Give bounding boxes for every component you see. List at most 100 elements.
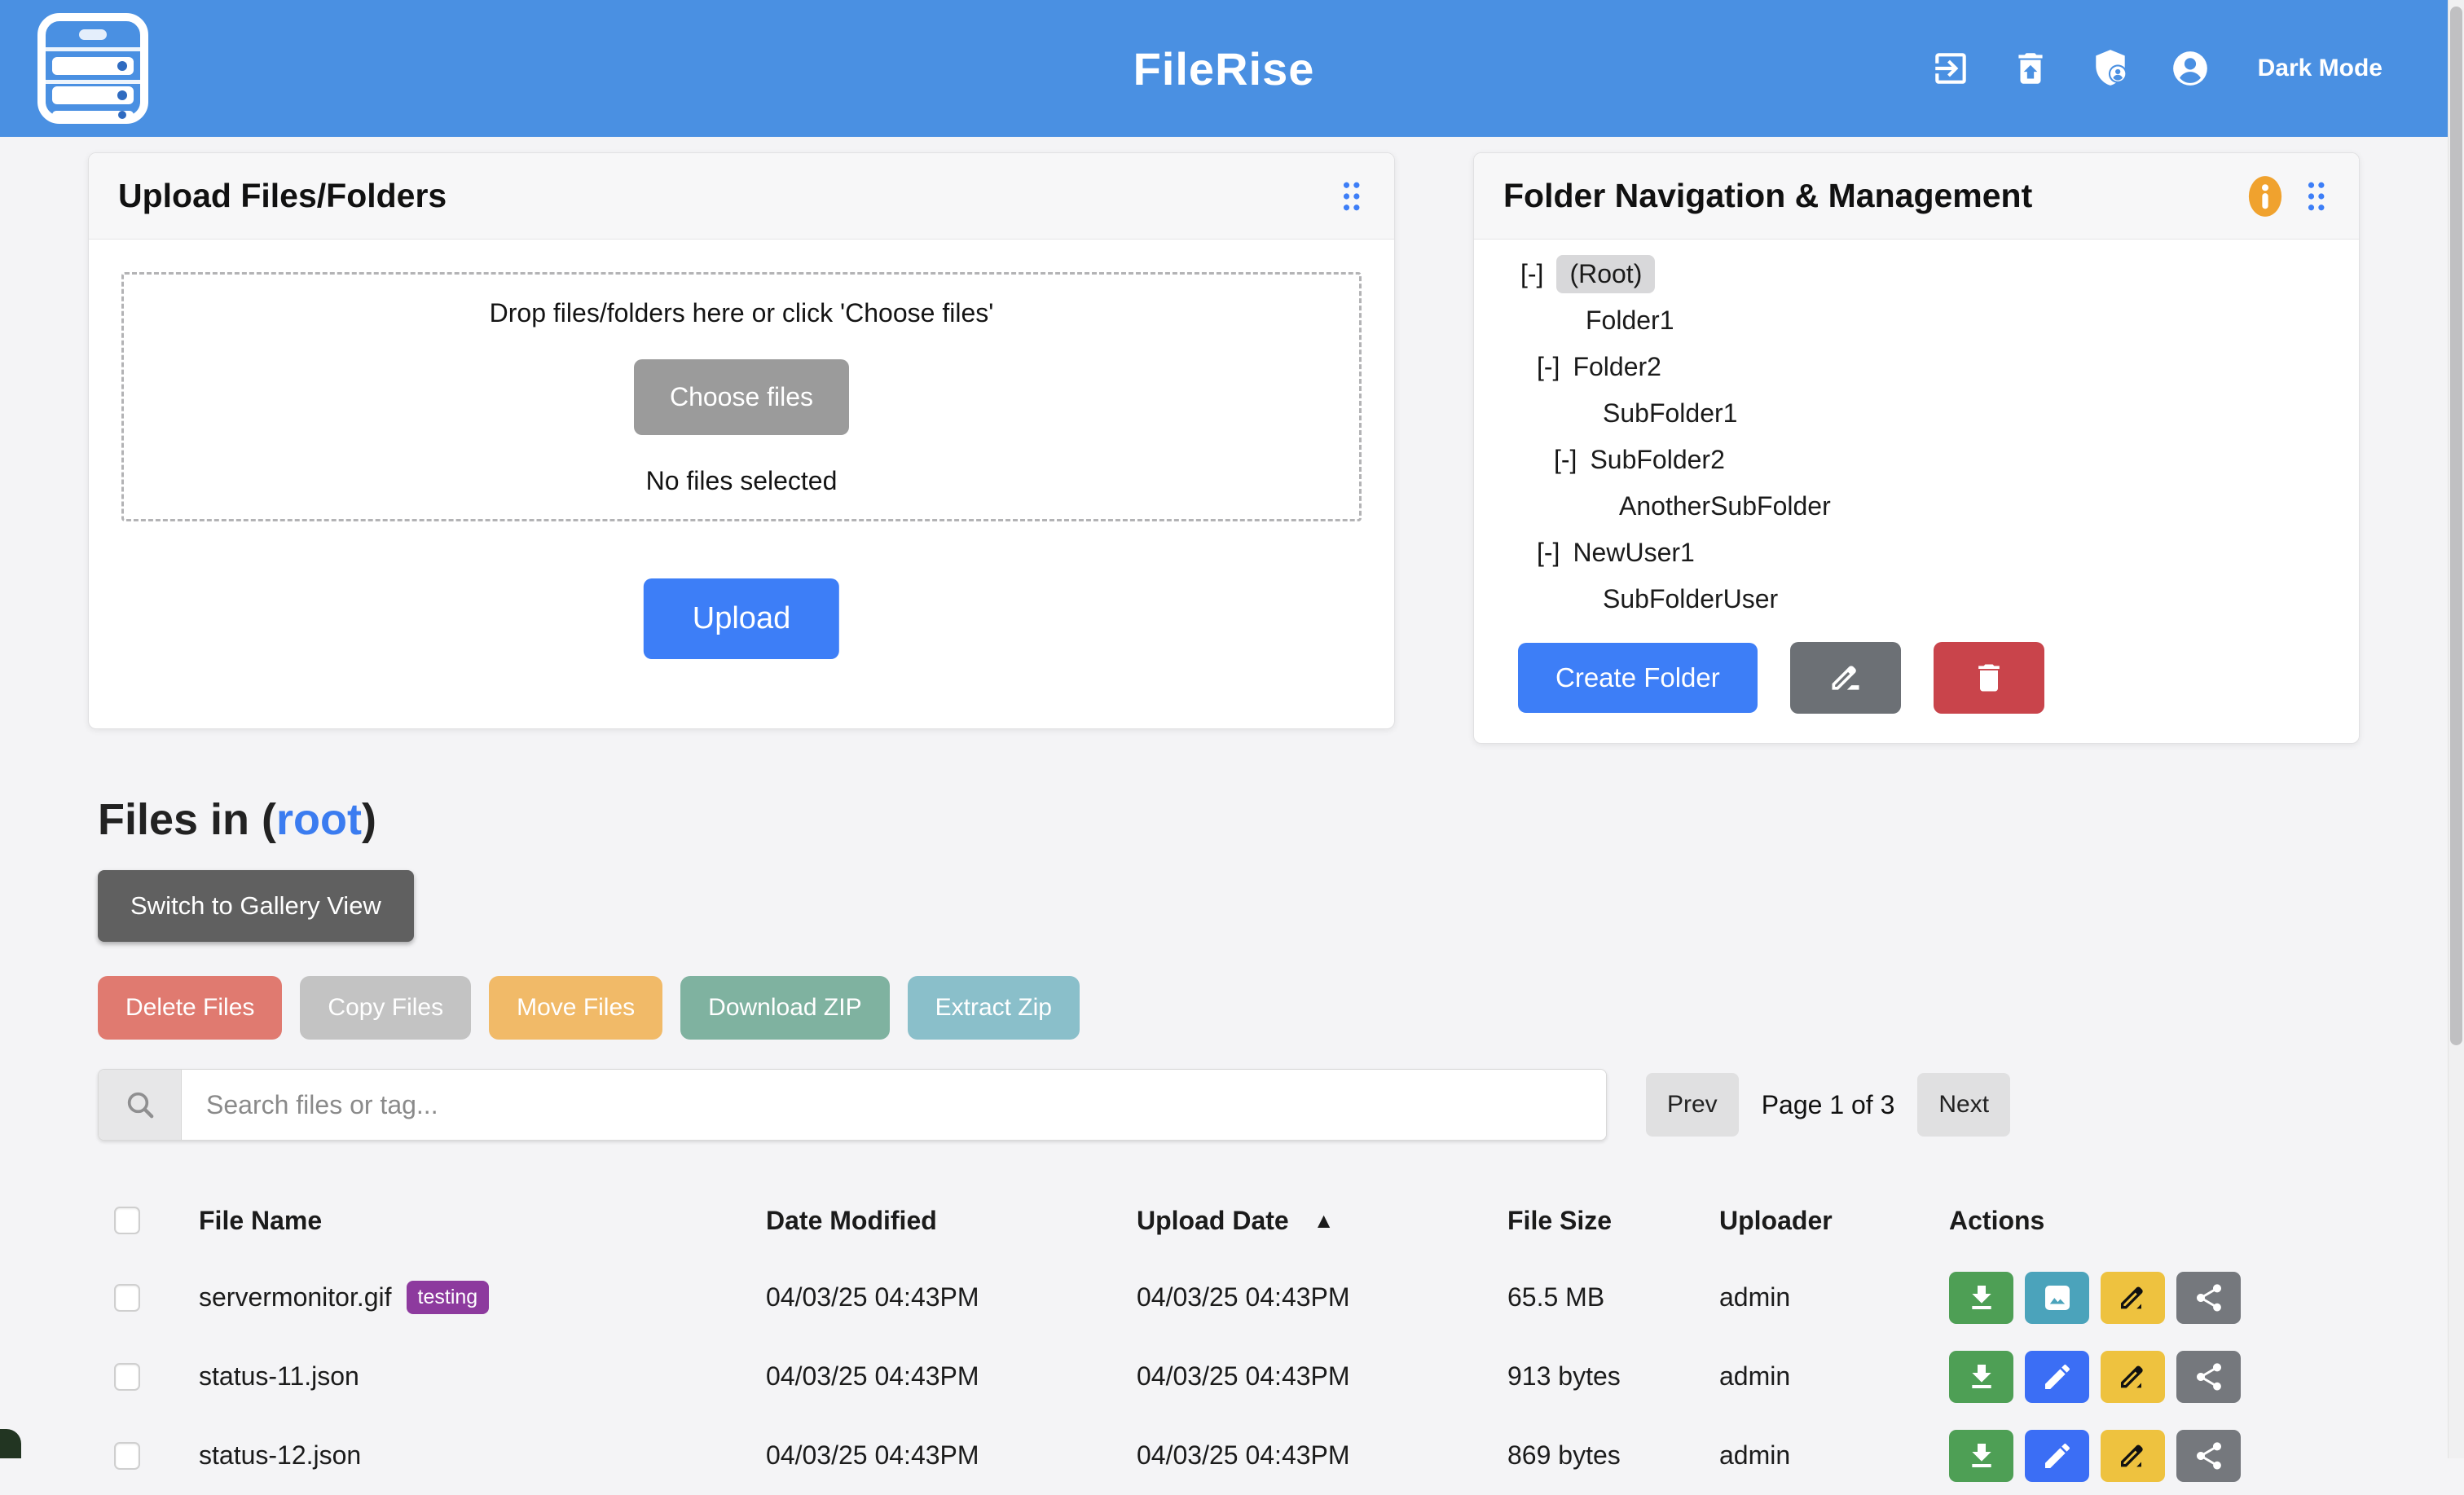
toast-corner xyxy=(0,1429,21,1458)
tree-folder-label[interactable]: Folder2 xyxy=(1573,352,1661,382)
drag-handle-icon[interactable] xyxy=(1337,178,1365,214)
tag-badge[interactable]: testing xyxy=(407,1281,490,1314)
edit-file-button[interactable] xyxy=(2025,1430,2089,1482)
tree-toggle[interactable]: [-] xyxy=(1520,259,1543,289)
column-header-uploader[interactable]: Uploader xyxy=(1719,1206,1949,1236)
upload-card-title: Upload Files/Folders xyxy=(118,177,1337,215)
delete-folder-button[interactable] xyxy=(1934,642,2044,714)
delete-files-button[interactable]: Delete Files xyxy=(98,976,282,1040)
tree-toggle[interactable]: [-] xyxy=(1537,352,1560,382)
rename-file-button[interactable] xyxy=(2101,1272,2165,1324)
file-name[interactable]: servermonitor.gif xyxy=(199,1282,392,1313)
files-heading-suffix: ) xyxy=(362,795,376,844)
column-header-upload-date[interactable]: Upload Date ▲ xyxy=(1137,1206,1507,1236)
rename-pencil-icon xyxy=(2117,1440,2149,1472)
pencil-icon xyxy=(2041,1440,2074,1472)
rename-pencil-icon xyxy=(2117,1361,2149,1393)
download-file-button[interactable] xyxy=(1949,1351,2013,1403)
folder-tree-item[interactable]: [-] (Root) xyxy=(1474,251,2359,297)
rename-file-button[interactable] xyxy=(2101,1351,2165,1403)
select-all-checkbox[interactable] xyxy=(114,1207,140,1234)
bulk-actions-row: Delete Files Copy Files Move Files Downl… xyxy=(98,976,1080,1040)
dark-mode-toggle[interactable]: Dark Mode xyxy=(2258,55,2383,82)
choose-files-button[interactable]: Choose files xyxy=(634,359,849,435)
column-header-date-modified[interactable]: Date Modified xyxy=(766,1206,1137,1236)
preview-image-button[interactable] xyxy=(2025,1272,2089,1324)
upload-dropzone[interactable]: Drop files/folders here or click 'Choose… xyxy=(121,272,1362,521)
download-file-button[interactable] xyxy=(1949,1430,2013,1482)
files-heading: Files in (root) xyxy=(98,794,376,845)
download-file-button[interactable] xyxy=(1949,1272,2013,1324)
row-checkbox[interactable] xyxy=(114,1284,140,1312)
scrollbar-thumb[interactable] xyxy=(2450,7,2462,1045)
next-page-button[interactable]: Next xyxy=(1917,1073,2010,1137)
switch-gallery-view-button[interactable]: Switch to Gallery View xyxy=(98,870,414,942)
search-icon-segment xyxy=(99,1070,182,1140)
edit-pencil-icon xyxy=(1828,660,1863,696)
share-icon xyxy=(2193,1361,2225,1393)
no-files-selected-text: No files selected xyxy=(646,466,838,496)
share-icon xyxy=(2193,1440,2225,1472)
prev-page-button[interactable]: Prev xyxy=(1646,1073,1739,1137)
tree-folder-label[interactable]: AnotherSubFolder xyxy=(1619,491,1831,521)
rename-pencil-icon xyxy=(2117,1282,2149,1314)
file-name[interactable]: status-11.json xyxy=(199,1361,359,1392)
column-header-file-size[interactable]: File Size xyxy=(1507,1206,1719,1236)
upload-button[interactable]: Upload xyxy=(644,578,839,659)
user-account-icon[interactable] xyxy=(2170,48,2211,89)
row-checkbox[interactable] xyxy=(114,1363,140,1391)
copy-files-button[interactable]: Copy Files xyxy=(300,976,471,1040)
tree-folder-label[interactable]: SubFolderUser xyxy=(1603,584,1778,614)
trash-icon xyxy=(1971,660,2007,696)
folder-tree-item[interactable]: AnotherSubFolder xyxy=(1474,483,2359,530)
logout-icon[interactable] xyxy=(1930,48,1971,89)
tree-toggle[interactable]: [-] xyxy=(1537,538,1560,568)
upload-card: Upload Files/Folders Drop files/folders … xyxy=(88,152,1395,729)
row-checkbox[interactable] xyxy=(114,1442,140,1470)
edit-file-button[interactable] xyxy=(2025,1351,2089,1403)
scrollbar-track[interactable] xyxy=(2448,0,2464,1458)
table-body: servermonitor.gif testing 04/03/25 04:43… xyxy=(88,1258,2369,1495)
dropzone-text: Drop files/folders here or click 'Choose… xyxy=(490,298,994,328)
download-icon xyxy=(1965,1282,1998,1314)
page-indicator: Page 1 of 3 xyxy=(1762,1090,1895,1120)
rename-file-button[interactable] xyxy=(2101,1430,2165,1482)
download-zip-button[interactable]: Download ZIP xyxy=(680,976,889,1040)
tree-folder-label[interactable]: SubFolder2 xyxy=(1590,445,1724,475)
tree-folder-label[interactable]: NewUser1 xyxy=(1573,538,1694,568)
tree-toggle[interactable]: [-] xyxy=(1554,445,1577,475)
drag-handle-icon[interactable] xyxy=(2302,178,2330,214)
folder-tree: [-] (Root) Folder1 [-] Folder2 SubFolder… xyxy=(1474,251,2359,622)
column-header-file-name[interactable]: File Name xyxy=(199,1206,766,1236)
current-folder-link[interactable]: root xyxy=(276,795,362,844)
share-file-button[interactable] xyxy=(2176,1430,2241,1482)
folder-tree-item[interactable]: [-] Folder2 xyxy=(1474,344,2359,390)
uploader: admin xyxy=(1719,1440,1949,1471)
table-header-row: File Name Date Modified Upload Date ▲ Fil… xyxy=(88,1183,2369,1258)
rename-folder-button[interactable] xyxy=(1790,642,1901,714)
tree-folder-label[interactable]: SubFolder1 xyxy=(1603,398,1737,429)
sort-asc-icon: ▲ xyxy=(1313,1208,1335,1233)
folder-tree-item[interactable]: [-] NewUser1 xyxy=(1474,530,2359,576)
move-files-button[interactable]: Move Files xyxy=(489,976,662,1040)
info-icon[interactable] xyxy=(2246,174,2284,218)
share-icon xyxy=(2193,1282,2225,1314)
upload-date-label: Upload Date xyxy=(1137,1206,1289,1236)
admin-shield-icon[interactable] xyxy=(2090,48,2131,89)
search-icon xyxy=(124,1088,156,1121)
tree-folder-label[interactable]: (Root) xyxy=(1556,255,1655,293)
upload-date: 04/03/25 04:43PM xyxy=(1137,1440,1507,1471)
folder-tree-item[interactable]: SubFolder1 xyxy=(1474,390,2359,437)
share-file-button[interactable] xyxy=(2176,1351,2241,1403)
tree-folder-label[interactable]: Folder1 xyxy=(1586,306,1674,336)
create-folder-button[interactable]: Create Folder xyxy=(1518,643,1758,713)
folder-tree-item[interactable]: SubFolderUser xyxy=(1474,576,2359,622)
file-size: 869 bytes xyxy=(1507,1440,1719,1471)
share-file-button[interactable] xyxy=(2176,1272,2241,1324)
restore-trash-icon[interactable] xyxy=(2010,48,2051,89)
search-input[interactable] xyxy=(182,1070,1606,1140)
folder-tree-item[interactable]: [-] SubFolder2 xyxy=(1474,437,2359,483)
folder-tree-item[interactable]: Folder1 xyxy=(1474,297,2359,344)
file-name[interactable]: status-12.json xyxy=(199,1440,361,1471)
extract-zip-button[interactable]: Extract Zip xyxy=(908,976,1080,1040)
